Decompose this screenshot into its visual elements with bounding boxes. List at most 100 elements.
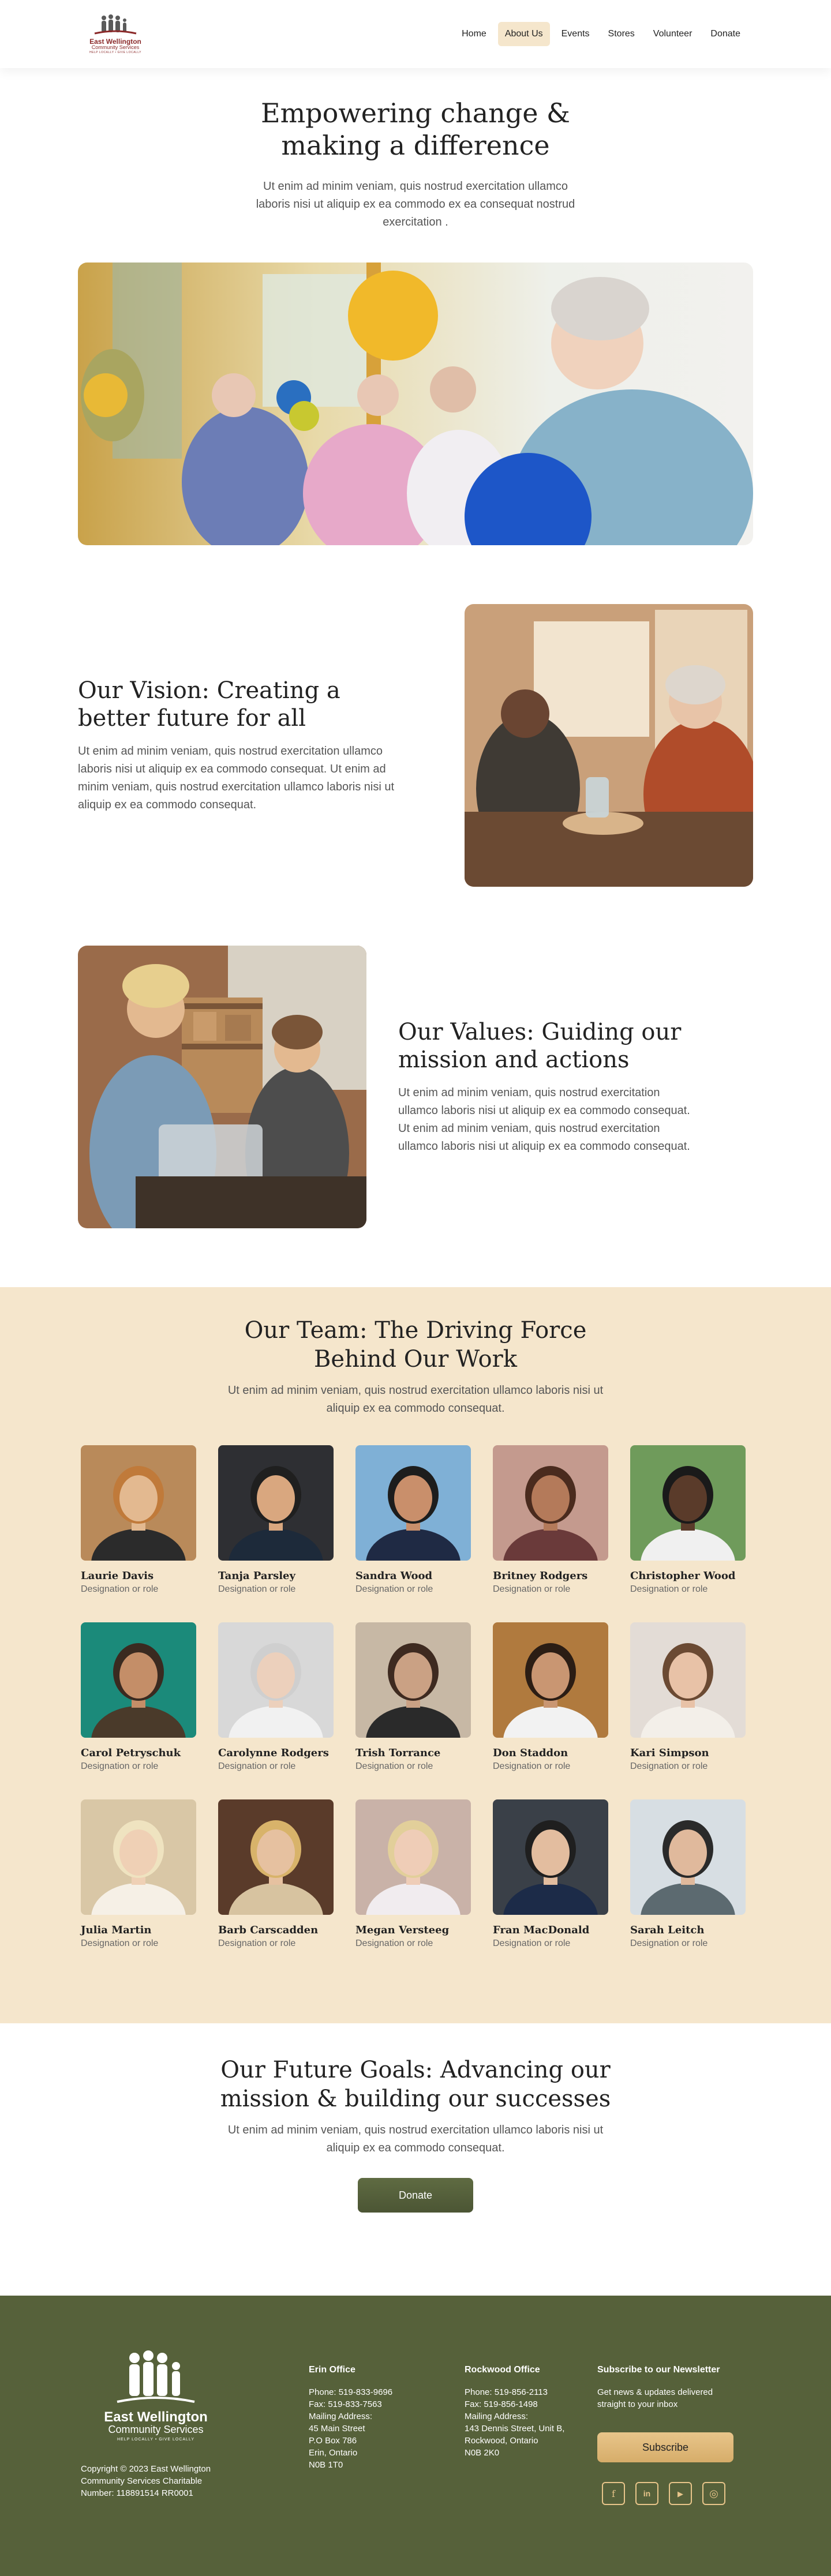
team-member-name: Kari Simpson xyxy=(630,1747,709,1759)
rockwood-line: Mailing Address: xyxy=(465,2412,529,2421)
team-section: Our Team: The Driving Force Behind Our W… xyxy=(0,1287,831,2023)
team-member-card: Megan Versteeg Designation or role xyxy=(355,1799,471,1949)
rockwood-line: N0B 2K0 xyxy=(465,2448,500,2458)
youtube-glyph: ▶ xyxy=(677,2489,683,2498)
nav-events[interactable]: Events xyxy=(555,22,597,46)
nav-about-us[interactable]: About Us xyxy=(497,22,550,46)
team-member-name: Megan Versteeg xyxy=(355,1924,450,1936)
site-header: East Wellington Community Services HELP … xyxy=(0,0,831,68)
team-member-role: Designation or role xyxy=(630,1584,708,1594)
erin-line: P.O Box 786 xyxy=(309,2436,357,2446)
instagram-icon[interactable]: ◎ xyxy=(702,2482,725,2505)
team-member-role: Designation or role xyxy=(81,1938,159,1948)
team-member-name: Julia Martin xyxy=(81,1924,152,1936)
team-member-card: Fran MacDonald Designation or role xyxy=(493,1799,608,1949)
values-text: Ut enim ad minim veniam, quis nostrud ex… xyxy=(398,1086,690,1153)
nav-stores[interactable]: Stores xyxy=(601,22,642,46)
linkedin-icon[interactable]: in xyxy=(635,2482,658,2505)
team-member-photo xyxy=(81,1799,196,1915)
team-member-role: Designation or role xyxy=(355,1761,433,1771)
rockwood-office-title: Rockwood Office xyxy=(465,2365,540,2375)
footer-logo-tag: HELP LOCALLY • GIVE LOCALLY xyxy=(117,2437,194,2442)
team-member-name: Laurie Davis xyxy=(81,1570,154,1582)
nav-donate[interactable]: Donate xyxy=(703,22,747,46)
footer-logo-sub: Community Services xyxy=(108,2424,204,2435)
team-member-name: Carol Petryschuk xyxy=(81,1747,181,1759)
team-member-name: Britney Rodgers xyxy=(493,1570,588,1582)
team-member-role: Designation or role xyxy=(493,1761,571,1771)
goals-section: Our Future Goals: Advancing our mission … xyxy=(0,2023,831,2296)
erin-line: Mailing Address: xyxy=(309,2412,373,2421)
rockwood-line: Fax: 519-856-1498 xyxy=(465,2399,538,2409)
hero-title: Empowering change & making a difference xyxy=(260,98,570,161)
team-member-photo xyxy=(218,1445,334,1561)
hero-section: Empowering change & making a difference … xyxy=(0,68,831,545)
team-member-photo xyxy=(218,1799,334,1915)
linkedin-glyph: in xyxy=(643,2488,651,2498)
team-member-role: Designation or role xyxy=(81,1584,159,1594)
rockwood-line: 143 Dennis Street, Unit B, xyxy=(465,2424,565,2433)
team-member-photo xyxy=(630,1799,746,1915)
erin-line: Fax: 519-833-7563 xyxy=(309,2399,382,2409)
site-footer: East Wellington Community Services HELP … xyxy=(0,2296,831,2576)
team-title: Our Team: The Driving Force Behind Our W… xyxy=(244,1317,587,1373)
team-member-name: Tanja Parsley xyxy=(218,1570,295,1582)
team-member-card: Sarah Leitch Designation or role xyxy=(630,1799,746,1949)
footer-logo[interactable]: East Wellington Community Services HELP … xyxy=(98,2349,214,2442)
team-member-card: Carolynne Rodgers Designation or role xyxy=(218,1622,334,1772)
logo-family-icon xyxy=(94,14,137,35)
team-member-photo xyxy=(81,1445,196,1561)
team-member-name: Sarah Leitch xyxy=(630,1924,705,1936)
team-member-role: Designation or role xyxy=(493,1584,571,1594)
vision-text: Ut enim ad minim veniam, quis nostrud ex… xyxy=(78,745,395,811)
team-member-name: Fran MacDonald xyxy=(493,1924,590,1936)
team-member-role: Designation or role xyxy=(218,1761,296,1771)
team-member-card: Kari Simpson Designation or role xyxy=(630,1622,746,1772)
facebook-icon[interactable]: f xyxy=(602,2482,625,2505)
values-title: Our Values: Guiding our mission and acti… xyxy=(398,1019,682,1073)
team-member-card: Barb Carscadden Designation or role xyxy=(218,1799,334,1949)
rockwood-line: Phone: 519-856-2113 xyxy=(465,2387,548,2397)
vision-title: Our Vision: Creating a better future for… xyxy=(78,677,340,732)
main-nav: Home About Us Events Stores Volunteer Do… xyxy=(455,22,747,46)
nav-home[interactable]: Home xyxy=(455,22,493,46)
team-member-photo xyxy=(355,1622,471,1738)
team-text: Ut enim ad minim veniam, quis nostrud ex… xyxy=(227,1384,604,1415)
team-member-role: Designation or role xyxy=(218,1584,296,1594)
team-member-name: Don Staddon xyxy=(493,1747,568,1759)
team-member-role: Designation or role xyxy=(81,1761,159,1771)
erin-line: Erin, Ontario xyxy=(309,2448,358,2458)
team-member-photo xyxy=(355,1445,471,1561)
subscribe-button[interactable]: Subscribe xyxy=(597,2432,733,2462)
team-member-role: Designation or role xyxy=(630,1938,708,1948)
youtube-icon[interactable]: ▶ xyxy=(669,2482,692,2505)
team-member-card: Britney Rodgers Designation or role xyxy=(493,1445,608,1595)
logo[interactable]: East Wellington Community Services HELP … xyxy=(84,14,147,54)
team-member-role: Designation or role xyxy=(218,1938,296,1948)
team-member-card: Laurie Davis Designation or role xyxy=(81,1445,196,1595)
logo-tag: HELP LOCALLY • GIVE LOCALLY xyxy=(89,50,141,54)
erin-office-title: Erin Office xyxy=(309,2365,355,2375)
erin-line: 45 Main Street xyxy=(309,2424,365,2433)
social-links: f in ▶ ◎ xyxy=(602,2482,742,2505)
values-section: Our Values: Guiding our mission and acti… xyxy=(78,946,753,1228)
team-member-role: Designation or role xyxy=(493,1938,571,1948)
footer-family-icon xyxy=(117,2350,195,2403)
hero-text: Ut enim ad minim veniam, quis nostrud ex… xyxy=(256,180,575,228)
copyright: Copyright © 2023 East Wellington Communi… xyxy=(81,2464,211,2498)
team-member-photo xyxy=(630,1622,746,1738)
team-member-photo xyxy=(355,1799,471,1915)
nav-volunteer[interactable]: Volunteer xyxy=(646,22,699,46)
team-member-name: Sandra Wood xyxy=(355,1570,433,1582)
erin-line: Phone: 519-833-9696 xyxy=(309,2387,393,2397)
team-member-card: Carol Petryschuk Designation or role xyxy=(81,1622,196,1772)
team-member-role: Designation or role xyxy=(355,1938,433,1948)
instagram-glyph: ◎ xyxy=(709,2487,718,2499)
team-member-photo xyxy=(493,1799,608,1915)
team-member-photo xyxy=(630,1445,746,1561)
donate-button[interactable]: Donate xyxy=(358,2178,473,2213)
team-member-card: Tanja Parsley Designation or role xyxy=(218,1445,334,1595)
hero-image xyxy=(78,263,753,545)
erin-office: Erin Office Phone: 519-833-9696 Fax: 519… xyxy=(309,2364,424,2471)
team-member-card: Don Staddon Designation or role xyxy=(493,1622,608,1772)
